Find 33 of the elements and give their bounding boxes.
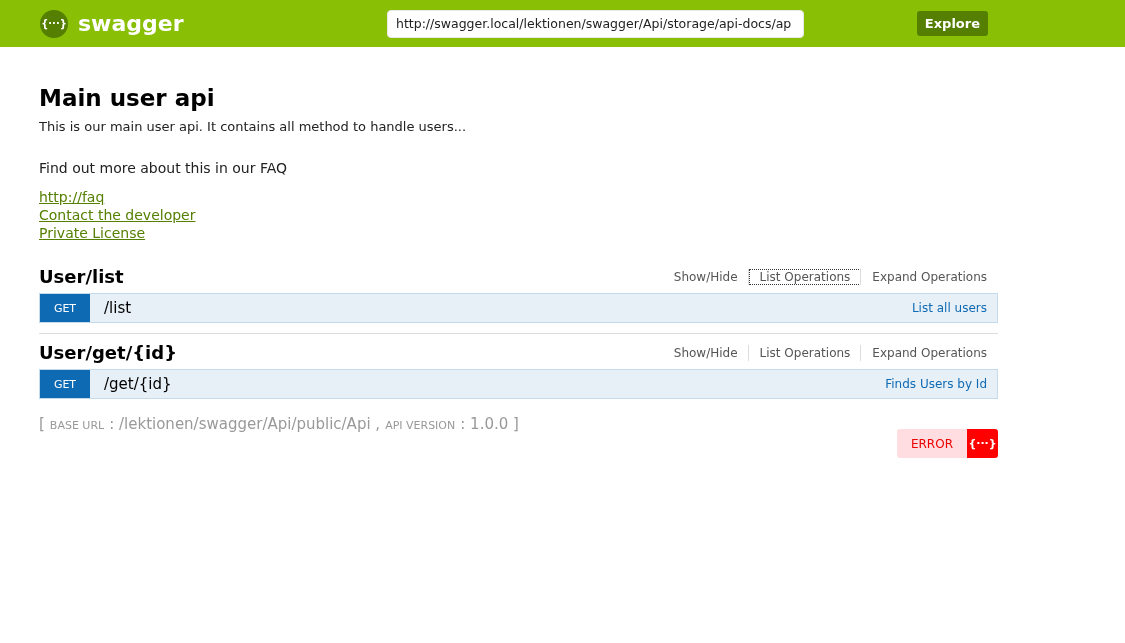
- info-link[interactable]: Private License: [39, 224, 146, 242]
- url-field[interactable]: http://swagger.local/lektionen/swagger/Api/storage/api-docs/ap: [387, 9, 804, 38]
- resource-heading[interactable]: User/list: [39, 266, 124, 287]
- explore-button[interactable]: Explore: [916, 11, 988, 36]
- operation-summary[interactable]: List all users: [911, 301, 987, 315]
- resource-action-link[interactable]: List Operations: [748, 268, 862, 285]
- method-badge: GET: [40, 370, 90, 398]
- logo-icon: {···}: [40, 9, 68, 38]
- brand-name: swagger: [78, 11, 184, 36]
- operation-row[interactable]: GET /get/{id} Finds Users by Id: [39, 369, 998, 399]
- operation-path: /get/{id}: [104, 375, 172, 393]
- api-title: Main user api: [39, 85, 216, 111]
- method-badge: GET: [40, 294, 90, 322]
- bracket: [: [39, 415, 45, 433]
- base-url-value: : /lektionen/swagger/Api/public/Api ,: [109, 415, 381, 433]
- resource-action-link[interactable]: Expand Operations: [861, 344, 998, 361]
- operation-path: /list: [104, 299, 132, 317]
- api-version-label: API VERSION: [385, 419, 456, 432]
- base-url-label: BASE URL: [49, 419, 105, 432]
- resource-action-link[interactable]: Show/Hide: [662, 344, 749, 361]
- resource-action-link[interactable]: Expand Operations: [861, 268, 998, 285]
- info-link[interactable]: http://faq: [39, 188, 105, 206]
- faq-note: Find out more about this in our FAQ: [39, 160, 289, 176]
- validator-icon: {···}: [967, 429, 998, 458]
- api-version-value: : 1.0.0 ]: [460, 415, 519, 433]
- operation-row[interactable]: GET /list List all users: [39, 293, 998, 323]
- validator-status: ERROR: [896, 429, 967, 458]
- operation-summary[interactable]: Finds Users by Id: [885, 377, 987, 391]
- resource-action-link[interactable]: List Operations: [748, 344, 862, 361]
- api-description: This is our main user api. It contains all method to handle users...: [39, 119, 468, 134]
- info-link[interactable]: Contact the developer: [39, 206, 196, 224]
- resource-heading[interactable]: User/get/{id}: [39, 342, 177, 363]
- resource-action-link[interactable]: Show/Hide: [662, 268, 749, 285]
